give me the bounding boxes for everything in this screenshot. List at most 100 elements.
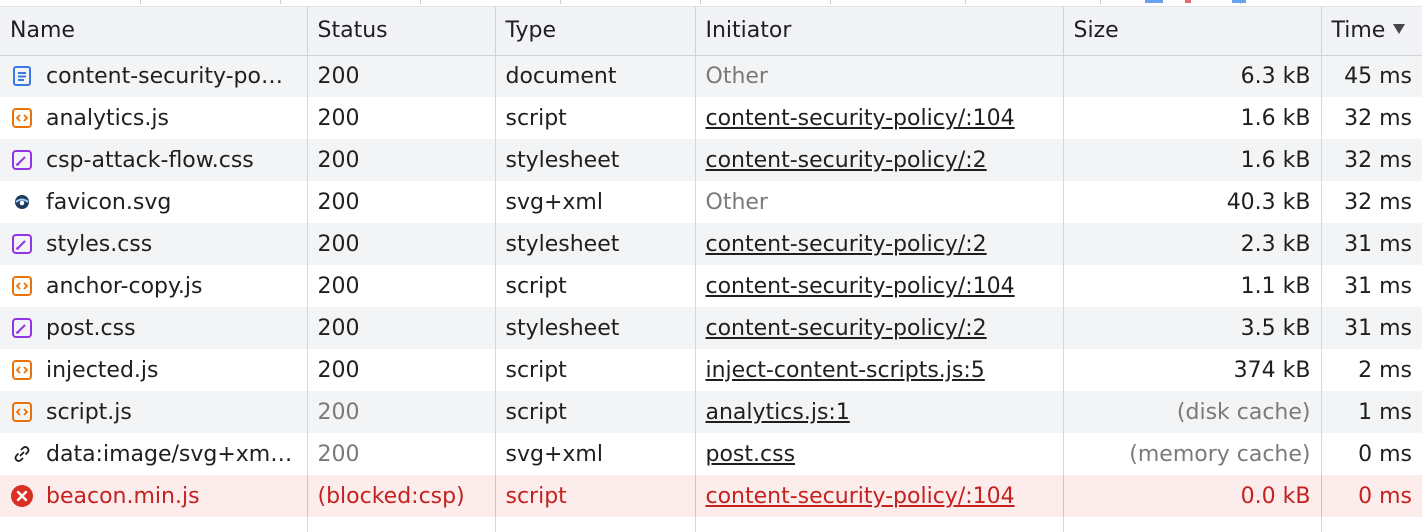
status-code: 200 <box>317 231 360 257</box>
initiator-link[interactable]: content-security-policy/:2 <box>706 148 987 173</box>
name-cell[interactable]: styles.css <box>0 223 308 265</box>
initiator-link[interactable]: content-security-policy/:104 <box>706 274 1015 299</box>
initiator-text: Other <box>705 63 768 89</box>
table-row[interactable]: analytics.js 200 script content-security-po… <box>0 97 1422 139</box>
overview-tick <box>1100 0 1101 4</box>
request-rows: content-security-po… 200 document Other 6.3 … <box>0 55 1422 517</box>
table-row[interactable]: csp-attack-flow.css 200 stylesheet content-… <box>0 139 1422 181</box>
time-cell: 0 ms <box>1321 475 1422 517</box>
name-cell-content: favicon.svg <box>10 190 297 215</box>
initiator-link[interactable]: content-security-policy/:2 <box>706 232 987 257</box>
table-row[interactable]: injected.js 200 script inject-content-scrip… <box>0 349 1422 391</box>
type-cell: script <box>495 391 696 433</box>
table-row[interactable]: data:image/svg+xml… 200 svg+xml post.css (me… <box>0 433 1422 475</box>
name-cell[interactable]: injected.js <box>0 349 308 391</box>
resource-type: svg+xml <box>505 441 603 467</box>
request-name: script.js <box>46 399 132 425</box>
initiator-cell[interactable]: content-security-policy/:2 <box>695 307 1064 349</box>
name-cell-content: styles.css <box>10 232 297 257</box>
column-header-label: Status <box>317 18 388 44</box>
overview-tick <box>140 0 141 4</box>
overview-tick <box>965 0 966 4</box>
request-time: 31 ms <box>1344 273 1412 299</box>
initiator-link[interactable]: analytics.js:1 <box>706 400 850 425</box>
name-cell[interactable]: anchor-copy.js <box>0 265 308 307</box>
table-row[interactable]: favicon.svg 200 svg+xml Other 40.3 kB 32 ms <box>0 181 1422 223</box>
name-cell[interactable]: beacon.min.js <box>0 475 308 517</box>
name-cell[interactable]: script.js <box>0 391 308 433</box>
resource-type: document <box>505 63 617 89</box>
resource-type: stylesheet <box>505 231 620 257</box>
name-cell[interactable]: favicon.svg <box>0 181 308 223</box>
request-time: 45 ms <box>1344 63 1412 89</box>
overview-tick <box>280 0 281 4</box>
initiator-cell[interactable]: content-security-policy/:104 <box>695 97 1064 139</box>
type-cell: script <box>495 265 696 307</box>
name-cell-content: analytics.js <box>10 106 297 131</box>
initiator-link[interactable]: inject-content-scripts.js:5 <box>706 358 985 383</box>
request-name: beacon.min.js <box>46 483 200 509</box>
request-time: 31 ms <box>1344 315 1412 341</box>
resource-type: stylesheet <box>505 315 620 341</box>
initiator-cell[interactable]: content-security-policy/:2 <box>695 139 1064 181</box>
column-header-size[interactable]: Size <box>1063 7 1322 56</box>
name-cell-content: script.js <box>10 400 297 425</box>
initiator-cell[interactable]: analytics.js:1 <box>695 391 1064 433</box>
name-cell[interactable]: post.css <box>0 307 308 349</box>
status-code: 200 <box>317 315 360 341</box>
time-cell: 31 ms <box>1321 223 1422 265</box>
name-cell-content: content-security-po… <box>10 64 297 89</box>
name-cell-content: data:image/svg+xml… <box>10 442 297 467</box>
initiator-cell[interactable]: inject-content-scripts.js:5 <box>695 349 1064 391</box>
name-cell[interactable]: analytics.js <box>0 97 308 139</box>
script-icon <box>10 400 34 424</box>
table-row[interactable]: script.js 200 script analytics.js:1 (disk ca… <box>0 391 1422 433</box>
name-cell[interactable]: content-security-po… <box>0 55 308 97</box>
column-header-time[interactable]: Time <box>1321 7 1422 56</box>
table-row[interactable]: post.css 200 stylesheet content-security-po… <box>0 307 1422 349</box>
empty-table-area <box>0 517 1422 532</box>
name-cell[interactable]: csp-attack-flow.css <box>0 139 308 181</box>
time-cell: 32 ms <box>1321 139 1422 181</box>
status-cell: 200 <box>307 433 496 475</box>
initiator-link[interactable]: content-security-policy/:2 <box>706 316 987 341</box>
size-cell: 374 kB <box>1063 349 1322 391</box>
table-row[interactable]: content-security-po… 200 document Other 6.3 … <box>0 55 1422 97</box>
initiator-cell[interactable]: content-security-policy/:104 <box>695 265 1064 307</box>
size-cell: (disk cache) <box>1063 391 1322 433</box>
table-row[interactable]: anchor-copy.js 200 script content-security-… <box>0 265 1422 307</box>
initiator-link[interactable]: post.css <box>706 442 796 467</box>
column-header-initiator[interactable]: Initiator <box>695 7 1064 56</box>
initiator-cell[interactable]: post.css <box>695 433 1064 475</box>
initiator-link[interactable]: content-security-policy/:104 <box>706 106 1015 131</box>
request-time: 0 ms <box>1358 441 1412 467</box>
name-cell[interactable]: data:image/svg+xml… <box>0 433 308 475</box>
column-header-name[interactable]: Name <box>0 7 308 56</box>
table-row[interactable]: styles.css 200 stylesheet content-security-… <box>0 223 1422 265</box>
transfer-size: 1.1 kB <box>1240 273 1311 299</box>
column-header-label: Size <box>1073 18 1119 44</box>
transfer-size: (memory cache) <box>1129 441 1311 467</box>
column-header-type[interactable]: Type <box>495 7 696 56</box>
table-row-blocked[interactable]: beacon.min.js (blocked:csp) script content-… <box>0 475 1422 517</box>
status-cell: 200 <box>307 223 496 265</box>
transfer-size: 374 kB <box>1233 357 1311 383</box>
column-divider <box>1321 517 1322 532</box>
status-code: 200 <box>317 357 360 383</box>
resource-type: script <box>505 105 567 131</box>
type-cell: script <box>495 97 696 139</box>
size-cell: 1.1 kB <box>1063 265 1322 307</box>
column-header-status[interactable]: Status <box>307 7 496 56</box>
overview-bar <box>1145 0 1163 3</box>
document-icon <box>10 64 34 88</box>
overview-tick <box>700 0 701 4</box>
initiator-link[interactable]: content-security-policy/:104 <box>706 484 1015 509</box>
initiator-cell[interactable]: content-security-policy/:2 <box>695 223 1064 265</box>
transfer-size: 0.0 kB <box>1240 483 1311 509</box>
waterfall-overview[interactable] <box>0 0 1422 7</box>
initiator-cell[interactable]: content-security-policy/:104 <box>695 475 1064 517</box>
script-icon <box>10 358 34 382</box>
transfer-size: 3.5 kB <box>1240 315 1311 341</box>
time-cell: 32 ms <box>1321 97 1422 139</box>
time-cell: 1 ms <box>1321 391 1422 433</box>
